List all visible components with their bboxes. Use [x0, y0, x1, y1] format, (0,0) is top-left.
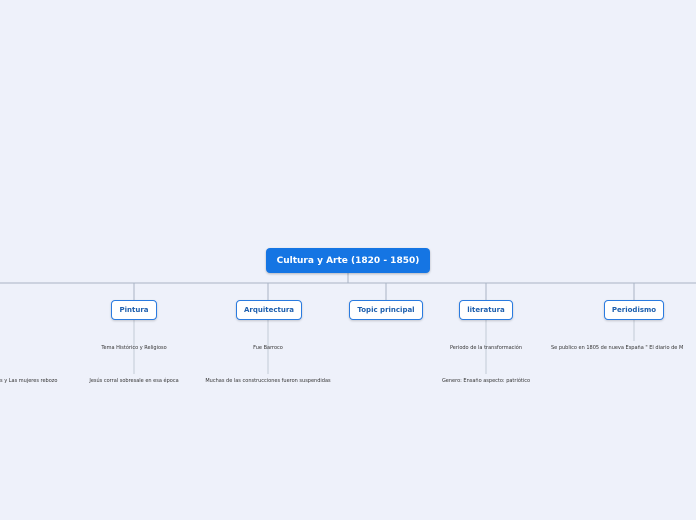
- topic-arquitectura[interactable]: Arquitectura: [236, 300, 302, 320]
- central-topic[interactable]: Cultura y Arte (1820 - 1850): [266, 248, 430, 273]
- topic-principal[interactable]: Topic principal: [349, 300, 423, 320]
- literatura-note-1[interactable]: Periodo de la transformación: [450, 345, 522, 351]
- topic-periodismo[interactable]: Periodismo: [604, 300, 664, 320]
- arquitectura-note-1[interactable]: Fue Barroco: [253, 345, 283, 351]
- offscreen-left-note[interactable]: s y Las mujeres rebozo: [0, 378, 57, 384]
- arquitectura-note-2[interactable]: Muchas de las construcciones fueron susp…: [205, 378, 330, 384]
- topic-pintura[interactable]: Pintura: [111, 300, 157, 320]
- pintura-note-1[interactable]: Tema Histórico y Religioso: [101, 345, 166, 351]
- topic-literatura[interactable]: literatura: [459, 300, 513, 320]
- literatura-note-2[interactable]: Genero: Ensaño aspecto: patriótico: [442, 378, 530, 384]
- pintura-note-2[interactable]: Jesús corral sobresale en esa época: [89, 378, 178, 384]
- periodismo-note-1[interactable]: Se publico en 1805 de nueva España " El …: [551, 345, 683, 351]
